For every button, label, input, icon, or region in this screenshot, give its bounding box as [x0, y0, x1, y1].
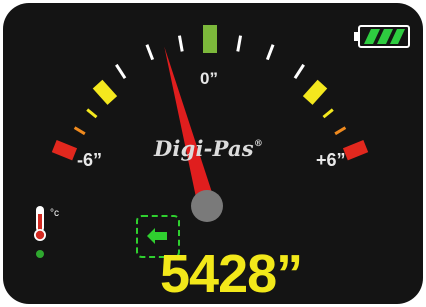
- gauge-tick: [334, 126, 347, 136]
- gauge-scale: [51, 25, 369, 161]
- brand-logo: Digi-Pas®: [154, 136, 264, 161]
- gauge-tick: [302, 79, 328, 105]
- gauge-tick: [51, 140, 78, 161]
- status-dot: [36, 250, 44, 258]
- scale-label-right: +6”: [316, 150, 346, 170]
- gauge-tick: [86, 108, 98, 119]
- angle-reading: 5428”: [160, 244, 303, 304]
- scale-label-zero: 0”: [200, 69, 218, 88]
- gauge-tick: [293, 63, 305, 79]
- gauge-tick: [177, 35, 184, 52]
- gauge-tick: [342, 140, 369, 161]
- scale-label-left: -6”: [77, 150, 103, 170]
- gauge-tick: [236, 35, 243, 52]
- gauge-tick: [115, 63, 127, 79]
- gauge-tick: [92, 79, 118, 105]
- battery-icon: [354, 25, 410, 48]
- needle-hub: [191, 190, 223, 222]
- gauge-tick: [145, 44, 155, 61]
- gauge-tick: [73, 126, 86, 136]
- gauge-tick: [322, 108, 334, 119]
- thermometer-icon: [34, 206, 46, 241]
- gauge-tick: [265, 44, 275, 61]
- temperature-unit: °c: [50, 208, 59, 219]
- inclinometer-display: Digi-Pas® -6” 0” +6” °c 5428”: [3, 3, 423, 304]
